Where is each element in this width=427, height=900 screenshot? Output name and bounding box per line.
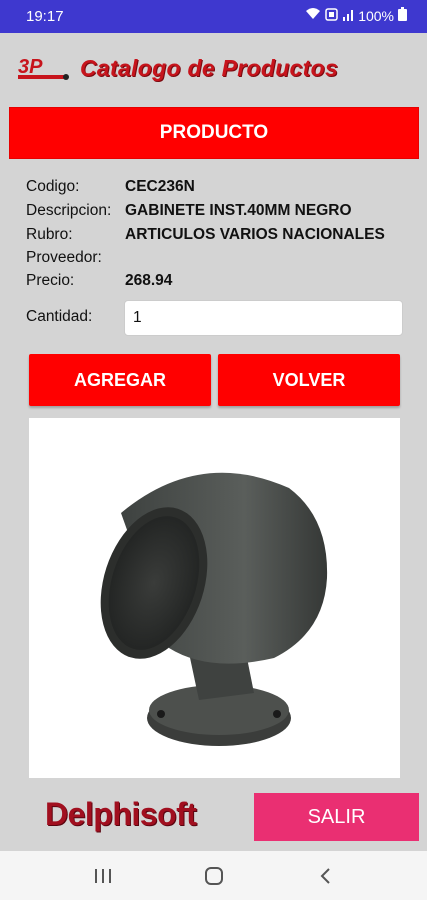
app-header: 3P Catalogo de Productos [0,33,427,99]
codigo-value: CEC236N [125,178,195,195]
battery-icon [398,7,407,24]
precio-label: Precio: [26,272,75,289]
cantidad-input[interactable] [124,300,403,336]
precio-value: 268.94 [125,272,173,289]
company-logo: 3P [16,53,72,83]
rubro-label: Rubro: [26,226,73,243]
svg-text:3P: 3P [18,56,43,78]
status-icons: 100% [305,7,407,24]
data-icon [325,7,338,24]
home-icon[interactable] [202,865,226,887]
system-nav-bar [0,851,427,900]
recent-apps-icon[interactable] [91,865,115,887]
battery-percent: 100% [358,7,394,24]
signal-icon [342,8,354,24]
wifi-icon [305,7,321,24]
cantidad-label: Cantidad: [26,308,93,325]
section-banner: PRODUCTO [9,107,419,159]
status-time: 19:17 [26,8,64,25]
status-bar: 19:17 100% [0,0,427,33]
proveedor-label: Proveedor: [26,249,102,266]
salir-button[interactable]: SALIR [254,793,419,841]
codigo-label: Codigo: [26,178,80,195]
app-title: Catalogo de Productos [80,55,339,81]
volver-button[interactable]: VOLVER [218,354,400,406]
product-image [29,418,400,778]
rubro-value: ARTICULOS VARIOS NACIONALES [125,226,385,243]
agregar-button[interactable]: AGREGAR [29,354,211,406]
descripcion-value: GABINETE INST.40MM NEGRO [125,202,352,219]
descripcion-label: Descripcion: [26,202,112,219]
footer-brand: Delphisoft [45,796,197,832]
back-icon[interactable] [314,865,338,887]
